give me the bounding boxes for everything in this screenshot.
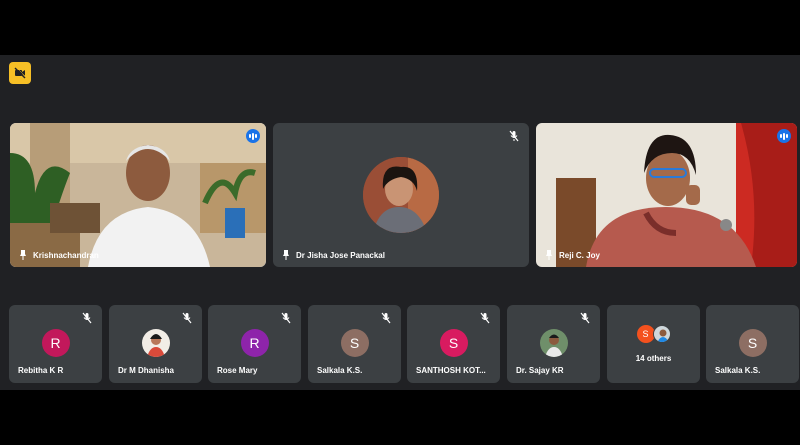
pin-icon[interactable] — [282, 250, 290, 260]
participant-tile[interactable]: Dr. Sajay KR — [507, 305, 600, 383]
speaking-indicator-icon — [777, 129, 791, 143]
participant-tile[interactable]: R Rose Mary — [208, 305, 301, 383]
avatar: S — [738, 329, 767, 357]
participant-tile[interactable]: R Rebitha K R — [9, 305, 102, 383]
pin-icon[interactable] — [19, 250, 27, 260]
avatar-photo — [652, 325, 671, 343]
participant-name: Dr. Sajay KR — [516, 366, 564, 375]
avatar: S — [340, 329, 369, 357]
video-tile-reji[interactable]: Reji C. Joy — [536, 123, 797, 267]
mic-off-icon — [82, 312, 92, 324]
others-tile[interactable]: S 14 others — [607, 305, 700, 383]
mic-off-icon — [182, 312, 192, 324]
participant-tile[interactable]: S Salkala K.S. — [308, 305, 401, 383]
avatar: S — [439, 329, 468, 357]
participant-tile[interactable]: S Salkala K.S. — [706, 305, 799, 383]
participant-video — [536, 123, 797, 267]
participant-name: Reji C. Joy — [559, 250, 600, 260]
top-letterbox — [0, 0, 800, 55]
avatar — [363, 157, 439, 233]
participant-name: Rose Mary — [217, 366, 258, 375]
others-avatars: S — [636, 325, 671, 343]
pin-icon[interactable] — [545, 250, 553, 260]
video-tile-krishnachandran[interactable]: Krishnachandran — [10, 123, 266, 267]
avatar: R — [240, 329, 269, 357]
participant-name: Dr M Dhanisha — [118, 366, 175, 375]
participant-name: Rebitha K R — [18, 366, 64, 375]
mic-off-icon — [480, 312, 490, 324]
mic-off-icon — [381, 312, 391, 324]
participant-name: Dr Jisha Jose Panackal — [296, 250, 385, 260]
video-tile-jisha[interactable]: Dr Jisha Jose Panackal — [273, 123, 529, 267]
meeting-stage: Krishnachandran Dr Jisha Jose Panackal R… — [0, 55, 800, 390]
speaking-indicator-icon — [246, 129, 260, 143]
mic-off-icon — [580, 312, 590, 324]
participant-video — [10, 123, 266, 267]
mic-off-icon — [509, 130, 519, 142]
participant-tile[interactable]: Dr M Dhanisha — [109, 305, 202, 383]
camera-off-button[interactable] — [9, 62, 31, 84]
avatar: R — [41, 329, 70, 357]
avatar-photo — [539, 329, 568, 357]
others-count: 14 others — [635, 354, 672, 363]
bottom-letterbox — [0, 390, 800, 445]
video-off-icon — [14, 66, 27, 79]
mic-off-icon — [281, 312, 291, 324]
participant-name: Salkala K.S. — [317, 366, 363, 375]
participant-name: SANTHOSH KOT... — [416, 366, 486, 375]
participant-name: Salkala K.S. — [715, 366, 761, 375]
avatar-photo — [141, 329, 170, 357]
participant-name: Krishnachandran — [33, 250, 99, 260]
participant-tile[interactable]: S SANTHOSH KOT... — [407, 305, 500, 383]
